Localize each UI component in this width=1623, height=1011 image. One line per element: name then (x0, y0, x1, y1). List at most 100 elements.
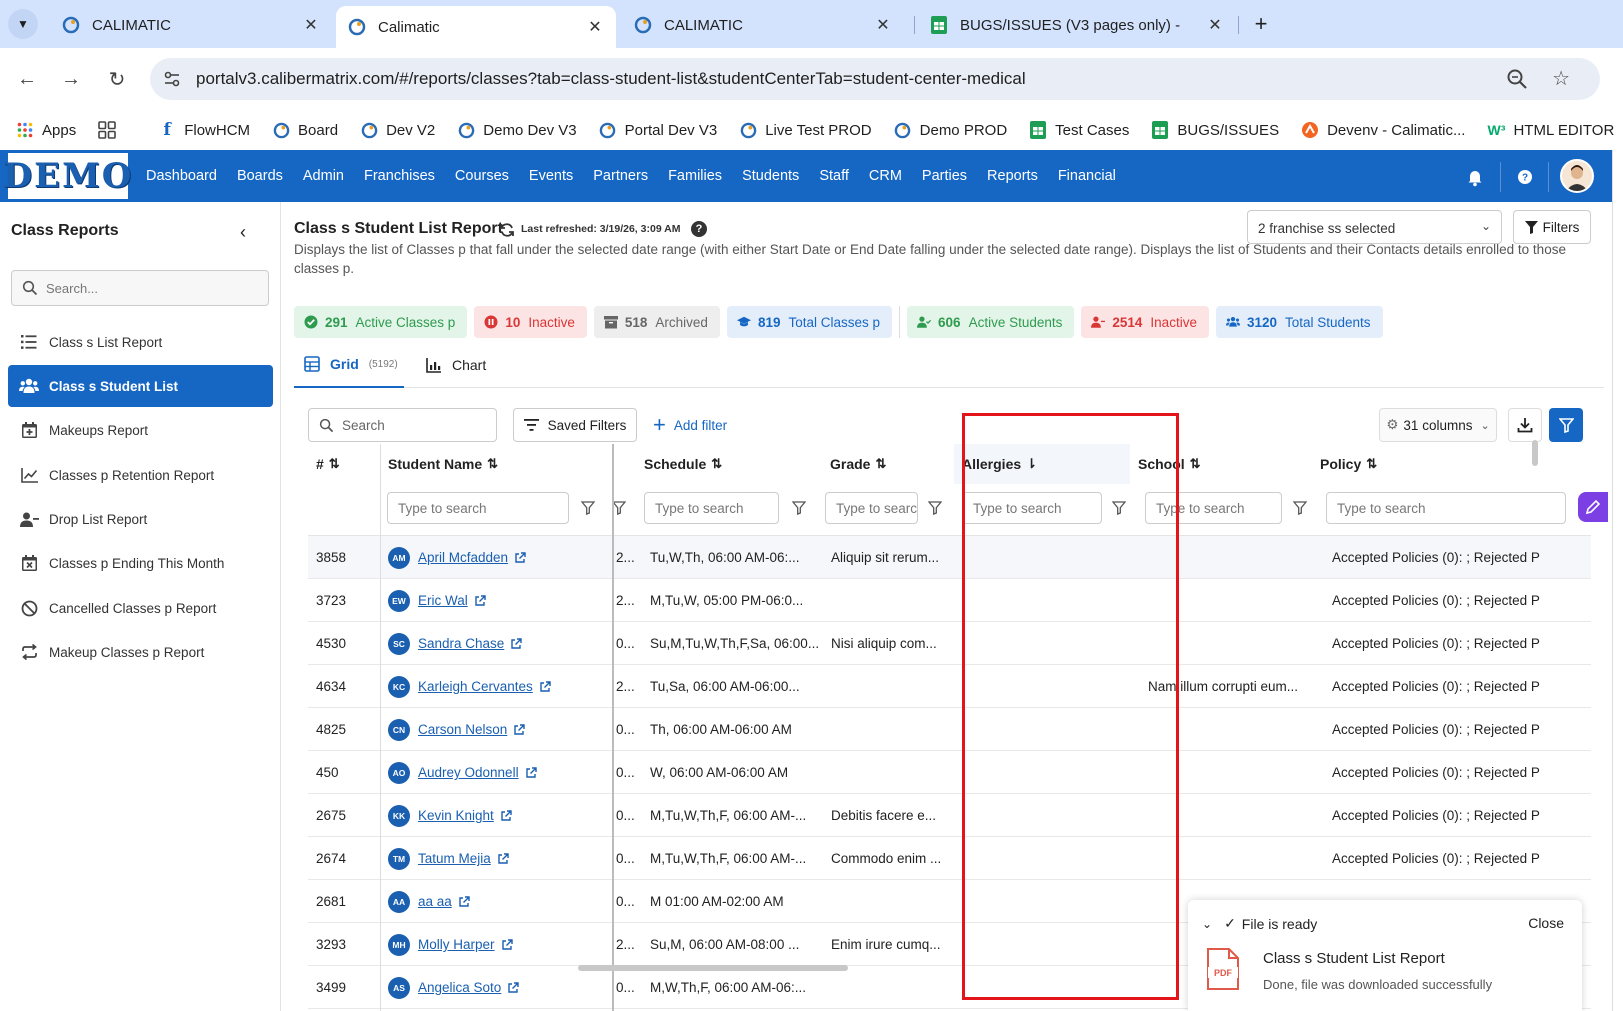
external-link-icon[interactable] (497, 852, 509, 865)
sort-icon[interactable]: ⇅ (875, 456, 886, 472)
cell-name[interactable]: TM Tatum Mejia (388, 837, 603, 880)
table-row[interactable]: 450 AO Audrey Odonnell 0... W, 06:00 AM-06:0… (308, 751, 1591, 794)
franchise-select[interactable]: 2 franchise ss selected ⌄ (1247, 210, 1502, 244)
bookmark-flowhcm[interactable]: f FlowHCM (158, 120, 251, 140)
cell-name[interactable]: AM April Mcfadden (388, 536, 603, 579)
browser-tab-1[interactable]: CALIMATIC ✕ (50, 6, 332, 44)
col-header-student-name[interactable]: Student Name ⇅ (380, 444, 608, 484)
nav-crm[interactable]: CRM (869, 168, 902, 184)
table-row[interactable]: 4634 KC Karleigh Cervantes 2... Tu,Sa, 06:00… (308, 665, 1591, 708)
funnel-icon[interactable] (612, 501, 626, 515)
download-button[interactable] (1508, 408, 1542, 442)
stat-inactive-classes[interactable]: 10 Inactive (474, 306, 587, 338)
table-row[interactable]: 3858 AM April Mcfadden 2... Tu,W,Th, 06:00 A… (308, 536, 1591, 579)
sort-icon[interactable]: ⇅ (329, 456, 340, 472)
stat-total-students[interactable]: 3120 Total Students (1215, 306, 1383, 338)
bookmark-test-cases[interactable]: Test Cases (1029, 121, 1129, 139)
bookmark-demo-prod[interactable]: Demo PROD (894, 121, 1007, 139)
nav-franchises[interactable]: Franchises (364, 168, 435, 184)
funnel-icon[interactable] (928, 501, 942, 515)
address-bar[interactable]: portalv3.calibermatrix.com/#/reports/cla… (150, 58, 1600, 100)
sidebar-item-cancelled-classes[interactable]: Cancelled Classes p Report (8, 587, 273, 629)
sidebar-item-retention-report[interactable]: Classes p Retention Report (8, 454, 273, 496)
student-name-link[interactable]: Audrey Odonnell (418, 765, 519, 780)
add-filter-button[interactable]: + Add filter (653, 408, 727, 442)
sidebar-item-drop-list-report[interactable]: Drop List Report (8, 498, 273, 540)
col-header-grade[interactable]: Grade ⇅ (822, 444, 954, 484)
student-name-link[interactable]: Molly Harper (418, 937, 495, 952)
forward-arrow-icon[interactable]: → (56, 64, 86, 94)
vertical-scrollbar[interactable] (1532, 440, 1538, 466)
sidebar-item-makeup-classes[interactable]: Makeup Classes p Report (8, 631, 273, 673)
cell-name[interactable]: CN Carson Nelson (388, 708, 603, 751)
sort-icon[interactable]: ⇅ (1366, 456, 1377, 472)
cell-name[interactable]: AO Audrey Odonnell (388, 751, 603, 794)
nav-parties[interactable]: Parties (922, 168, 967, 184)
nav-admin[interactable]: Admin (303, 168, 344, 184)
sort-icon[interactable]: ⇅ (1190, 456, 1201, 472)
sort-icon[interactable]: ⇅ (711, 456, 722, 472)
external-link-icon[interactable] (501, 938, 513, 951)
zoom-icon[interactable] (1506, 68, 1528, 90)
nav-courses[interactable]: Courses (455, 168, 509, 184)
nav-staff[interactable]: Staff (819, 168, 849, 184)
cell-name[interactable]: MH Molly Harper (388, 923, 603, 966)
student-name-filter-input[interactable]: Type to search (387, 492, 569, 524)
back-arrow-icon[interactable]: ← (12, 64, 42, 94)
funnel-icon[interactable] (792, 501, 806, 515)
funnel-icon[interactable] (1293, 501, 1307, 515)
bookmark-live-test-prod[interactable]: Live Test PROD (739, 121, 872, 139)
external-link-icon[interactable] (539, 680, 551, 693)
nav-students[interactable]: Students (742, 168, 799, 184)
nav-financial[interactable]: Financial (1058, 168, 1116, 184)
bookmark-html-editor[interactable]: W³ HTML EDITOR (1487, 121, 1615, 139)
sort-icon[interactable]: ⇅ (487, 456, 498, 472)
nav-boards[interactable]: Boards (237, 168, 283, 184)
close-icon[interactable]: ✕ (586, 17, 604, 37)
cell-name[interactable]: KK Kevin Knight (388, 794, 603, 837)
help-icon[interactable]: ? (691, 221, 707, 237)
close-icon[interactable]: ✕ (302, 15, 320, 35)
bookmark-devenv[interactable]: Devenv - Calimatic... (1301, 121, 1465, 139)
help-circle-icon[interactable]: ? (1514, 166, 1536, 188)
nav-families[interactable]: Families (668, 168, 722, 184)
policy-filter-input[interactable]: Type to search (1326, 492, 1566, 524)
columns-button[interactable]: ⚙ 31 columns ⌄ (1379, 408, 1497, 442)
reload-icon[interactable]: ↻ (102, 64, 132, 94)
schedule-filter-input[interactable]: Type to search (644, 492, 779, 524)
browser-tab-4[interactable]: BUGS/ISSUES (V3 pages only) - ✕ (918, 6, 1236, 44)
bookmark-portal-dev-v3[interactable]: Portal Dev V3 (599, 121, 717, 139)
cell-name[interactable]: AA aa aa (388, 880, 603, 923)
student-name-link[interactable]: Karleigh Cervantes (418, 679, 533, 694)
toast-close-button[interactable]: Close (1528, 915, 1564, 931)
student-name-link[interactable]: Angelica Soto (418, 980, 501, 995)
sidebar-search-input[interactable]: Search... (11, 270, 269, 306)
cell-name[interactable]: AS Angelica Soto (388, 966, 603, 1009)
bookmark-apps[interactable]: Apps (16, 121, 76, 139)
student-name-link[interactable]: Tatum Mejia (418, 851, 491, 866)
bookmark-dev-v2[interactable]: Dev V2 (360, 121, 435, 139)
external-link-icon[interactable] (458, 895, 470, 908)
sidebar-item-ending-this-month[interactable]: Classes p Ending This Month (8, 542, 273, 584)
col-header-schedule[interactable]: Schedule ⇅ (636, 444, 816, 484)
col-header-policy[interactable]: Policy ⇅ (1312, 444, 1591, 484)
horizontal-scrollbar[interactable] (578, 965, 848, 971)
stat-archived[interactable]: 518 Archived (593, 306, 720, 338)
student-name-link[interactable]: Carson Nelson (418, 722, 507, 737)
table-row[interactable]: 3723 EW Eric Wal 2... M,Tu,W, 05:00 PM-06:0.… (308, 579, 1591, 622)
nav-reports[interactable]: Reports (987, 168, 1038, 184)
demo-logo[interactable]: DEMO (3, 153, 131, 199)
toast-header[interactable]: ⌄ ✓ File is ready (1202, 915, 1317, 932)
bookmark-board[interactable]: Board (272, 121, 338, 139)
table-row[interactable]: 4530 SC Sandra Chase 0... Su,M,Tu,W,Th,F,Sa,… (308, 622, 1591, 665)
student-name-link[interactable]: Sandra Chase (418, 636, 504, 651)
stat-inactive-students[interactable]: 2514 Inactive (1081, 306, 1209, 338)
tab-grid[interactable]: Grid (5192) (294, 342, 404, 388)
stat-active-classes[interactable]: 291 Active Classes p (294, 306, 468, 338)
filter-toggle-button[interactable] (1549, 408, 1583, 442)
external-link-icon[interactable] (507, 981, 520, 994)
bookmark-demo-dev-v3[interactable]: Demo Dev V3 (457, 121, 577, 139)
bookmark-star-icon[interactable]: ☆ (1552, 66, 1570, 91)
browser-tab-2-active[interactable]: Calimatic ✕ (336, 6, 616, 48)
table-row[interactable]: 4825 CN Carson Nelson 0... Th, 06:00 AM-06:0… (308, 708, 1591, 751)
